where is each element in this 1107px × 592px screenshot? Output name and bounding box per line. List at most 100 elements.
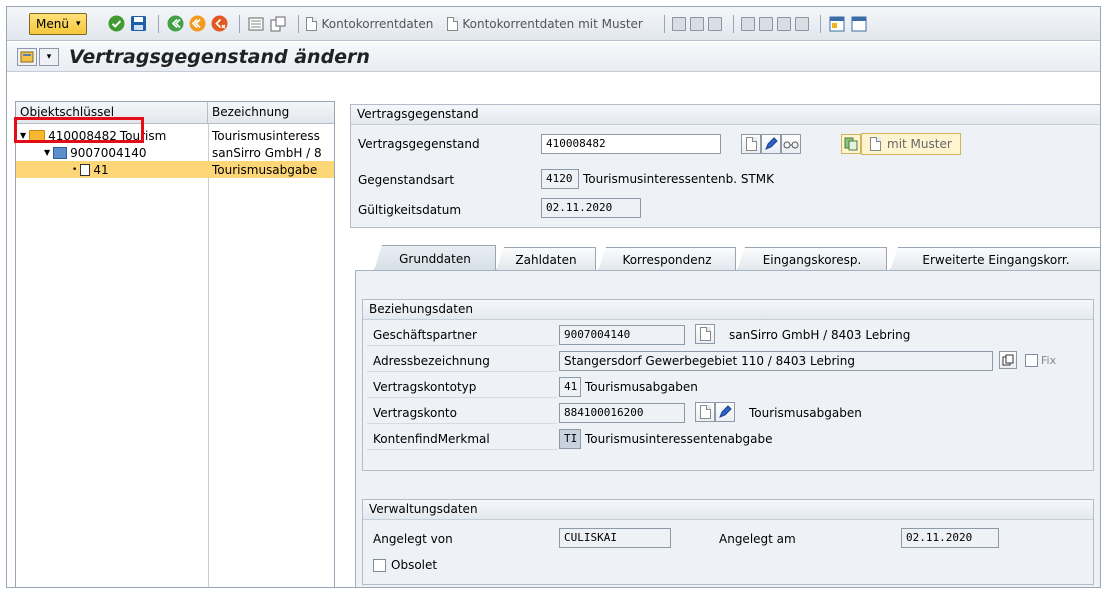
column-bezeichnung[interactable]: Bezeichnung <box>208 102 334 123</box>
tab-eingangskorresp[interactable]: Eingangskoresp. <box>737 247 887 271</box>
copy-icon[interactable] <box>999 351 1017 369</box>
chevron-down-icon: ▾ <box>75 18 81 29</box>
column-divider <box>208 124 209 587</box>
previous-page-icon[interactable] <box>758 16 773 31</box>
kontokorrentdaten-muster-button[interactable]: Kontokorrentdaten mit Muster <box>447 16 643 31</box>
back-icon[interactable] <box>166 15 184 33</box>
folder-icon <box>29 130 46 141</box>
glasses-icon[interactable] <box>781 134 801 154</box>
obsolet-label: Obsolet <box>391 558 438 572</box>
group-title: Beziehungsdaten <box>363 300 1093 320</box>
list-icon[interactable] <box>247 15 265 33</box>
group-title: Verwaltungsdaten <box>363 500 1093 520</box>
shortcut-icon[interactable] <box>850 15 868 33</box>
tab-panel: Beziehungsdaten Geschäftspartner 9007004… <box>355 270 1100 587</box>
fix-label: Fix <box>1041 354 1057 367</box>
check-icon[interactable] <box>107 15 125 33</box>
tree-row[interactable]: ▼ 410008482 Tourism Tourismusinteress <box>16 127 334 144</box>
expand-icon[interactable]: ▼ <box>44 148 50 157</box>
tab-erweiterte-eingangskorr[interactable]: Erweiterte Eingangskorr. <box>890 247 1100 271</box>
save-icon[interactable] <box>129 15 147 33</box>
group-title: Vertragsgegenstand <box>351 105 1100 125</box>
chevron-down-icon[interactable]: ▾ <box>39 47 59 66</box>
system-menu-icon[interactable] <box>17 47 37 66</box>
document-icon <box>447 16 459 31</box>
toolbar-separator <box>158 14 160 33</box>
layout-icon[interactable] <box>269 15 287 33</box>
toolbar-separator <box>732 14 734 33</box>
tree-row-selected[interactable]: • 41 Tourismusabgabe <box>16 161 334 178</box>
cancel-icon[interactable] <box>210 15 228 33</box>
first-page-icon[interactable] <box>740 16 755 31</box>
find-next-icon[interactable] <box>707 16 722 31</box>
gegenstandsart-label: Gegenstandsart <box>358 173 455 187</box>
title-tools: ▾ <box>17 47 59 66</box>
toolbar-separator <box>239 14 241 33</box>
vertragsgegenstand-group: Vertragsgegenstand Vertragsgegenstand 41… <box>350 104 1100 228</box>
last-page-icon[interactable] <box>794 16 809 31</box>
vertragsgegenstand-label: Vertragsgegenstand <box>358 137 480 151</box>
object-tree: Objektschlüssel Bezeichnung ▼ 410008482 … <box>15 101 335 587</box>
vertragsgegenstand-field[interactable]: 410008482 <box>541 134 721 154</box>
new-session-icon[interactable] <box>828 15 846 33</box>
tree-body: ▼ 410008482 Tourism Tourismusinteress ▼ … <box>16 124 334 587</box>
angelegt-von-label: Angelegt von <box>373 532 453 546</box>
geschaeftspartner-label: Geschäftspartner <box>373 328 477 342</box>
tab-zahldaten[interactable]: Zahldaten <box>496 247 596 271</box>
kontenfindmerkmal-text: Tourismusinteressentenabgabe <box>585 432 773 446</box>
display-icon[interactable] <box>741 134 761 154</box>
angelegt-am-field[interactable]: 02.11.2020 <box>901 528 999 548</box>
display-icon[interactable] <box>695 324 715 344</box>
vertragskonto-label: Vertragskonto <box>373 406 457 420</box>
gegenstandsart-field[interactable]: 4120 <box>541 169 579 189</box>
tab-grunddaten[interactable]: Grunddaten <box>374 245 496 271</box>
copy-icon[interactable] <box>841 134 861 154</box>
gueltigkeitsdatum-label: Gültigkeitsdatum <box>358 203 462 217</box>
find-icon[interactable] <box>689 16 704 31</box>
toolbar-separator <box>819 14 821 33</box>
bullet-icon: • <box>72 164 78 175</box>
document-icon <box>80 163 91 176</box>
exit-icon[interactable] <box>188 15 206 33</box>
document-icon <box>870 137 881 151</box>
adressbezeichnung-field[interactable]: Stangersdorf Gewerbegebiet 110 / 8403 Le… <box>559 351 993 371</box>
document-icon <box>306 16 318 31</box>
account-icon <box>53 146 68 159</box>
adressbezeichnung-label: Adressbezeichnung <box>373 354 490 368</box>
kontenfindmerkmal-label: KontenfindMerkmal <box>373 432 490 446</box>
sap-window: Menü ▾ Kontokorrentdaten Kontokorrentdat… <box>6 6 1101 588</box>
verwaltungsdaten-group: Verwaltungsdaten Angelegt von CULISKAI A… <box>362 499 1094 585</box>
page-title: Vertragsgegenstand ändern <box>69 45 370 68</box>
angelegt-am-label: Angelegt am <box>719 532 796 546</box>
fix-checkbox[interactable] <box>1025 354 1038 367</box>
tree-row[interactable]: ▼ 9007004140 sanSirro GmbH / 8 <box>16 144 334 161</box>
toolbar-separator <box>298 14 300 33</box>
vertragskontotyp-text: Tourismusabgaben <box>585 380 698 394</box>
geschaeftspartner-field[interactable]: 9007004140 <box>559 325 685 345</box>
column-objektschluessel[interactable]: Objektschlüssel <box>16 102 208 123</box>
vertragskontotyp-field[interactable]: 41 <box>559 377 581 397</box>
gueltigkeitsdatum-field[interactable]: 02.11.2020 <box>541 198 641 218</box>
tab-korrespondenz[interactable]: Korrespondenz <box>598 247 736 271</box>
tab-strip: Grunddaten Zahldaten Korrespondenz Einga… <box>362 243 1100 271</box>
vertragskontotyp-label: Vertragskontotyp <box>373 380 477 394</box>
vertragskonto-field[interactable]: 884100016200 <box>559 403 685 423</box>
kontokorrentdaten-button[interactable]: Kontokorrentdaten <box>306 16 433 31</box>
next-page-icon[interactable] <box>776 16 791 31</box>
pencil-icon[interactable] <box>761 134 781 154</box>
mit-muster-button[interactable]: mit Muster <box>861 133 961 155</box>
print-icon[interactable] <box>671 16 686 31</box>
toolbar-separator <box>663 14 665 33</box>
menu-label: Menü <box>36 16 69 31</box>
angelegt-von-field[interactable]: CULISKAI <box>559 528 671 548</box>
title-bar: ▾ Vertragsgegenstand ändern <box>7 42 1100 72</box>
tree-header: Objektschlüssel Bezeichnung <box>16 102 334 124</box>
pencil-icon[interactable] <box>715 402 735 422</box>
menu-button[interactable]: Menü ▾ <box>29 12 88 35</box>
application-toolbar: Menü ▾ Kontokorrentdaten Kontokorrentdat… <box>7 7 1100 41</box>
display-icon[interactable] <box>695 402 715 422</box>
kontenfindmerkmal-field[interactable]: TI <box>559 429 581 449</box>
geschaeftspartner-text: sanSirro GmbH / 8403 Lebring <box>729 328 911 342</box>
expand-icon[interactable]: ▼ <box>20 131 26 140</box>
obsolet-checkbox[interactable] <box>373 559 386 572</box>
